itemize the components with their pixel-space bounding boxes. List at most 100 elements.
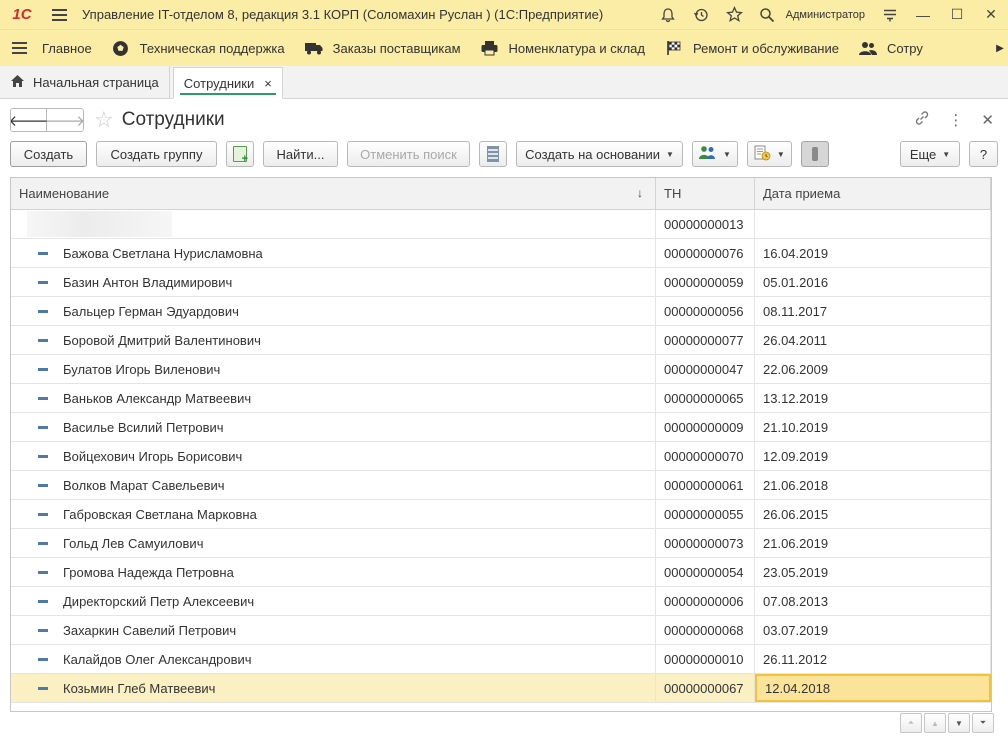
section-nomenclature[interactable]: Номенклатура и склад	[475, 39, 659, 57]
cell-tn: 00000000073	[656, 529, 755, 557]
table-row[interactable]: Директорский Петр Алексеевич 00000000006 0…	[11, 587, 991, 616]
find-button[interactable]: Найти...	[263, 141, 338, 167]
scroll-up-icon[interactable]: ▲	[924, 713, 946, 733]
window-title: Управление IT-отделом 8, редакция 3.1 КО…	[82, 7, 604, 22]
employee-item-icon	[38, 338, 48, 342]
cell-tn: 00000000009	[656, 413, 755, 441]
cell-tn: 00000000070	[656, 442, 755, 470]
cell-name: Козьмин Глеб Матвеевич	[11, 674, 656, 702]
table-row[interactable]: Ваньков Александр Матвеевич 00000000065 13…	[11, 384, 991, 413]
cell-name: Ваньков Александр Матвеевич	[11, 384, 656, 412]
create-button[interactable]: Создать	[10, 141, 87, 167]
dropdown-arrow-icon: ▼	[665, 149, 674, 159]
section-employees[interactable]: Сотру	[853, 39, 937, 57]
section-repair[interactable]: Ремонт и обслуживание	[659, 39, 853, 57]
sections-menu-icon[interactable]	[0, 42, 38, 54]
help-button[interactable]: ?	[969, 141, 998, 167]
cell-tn: 00000000077	[656, 326, 755, 354]
more-button[interactable]: Еще ▼	[900, 141, 960, 167]
cell-tn: 00000000068	[656, 616, 755, 644]
more-button-label: Еще	[909, 146, 937, 162]
link-icon[interactable]	[914, 110, 930, 130]
cell-tn: 00000000061	[656, 471, 755, 499]
table-row[interactable]: Громова Надежда Петровна 00000000054 23.05…	[11, 558, 991, 587]
table-row[interactable]: Войцехович Игорь Борисович 00000000070 12.…	[11, 442, 991, 471]
tab-home[interactable]: Начальная страница	[0, 66, 170, 98]
report-list-icon	[487, 146, 499, 162]
close-window-button[interactable]: ✕	[974, 0, 1008, 29]
create-based-on-button[interactable]: Создать на основании ▼	[516, 141, 683, 167]
table-row[interactable]: Захаркин Савелий Петрович 00000000068 03.0…	[11, 616, 991, 645]
section-repair-label: Ремонт и обслуживание	[692, 40, 839, 56]
table-row[interactable]: Василье Всилий Петрович 00000000009 21.10.…	[11, 413, 991, 442]
employee-name: Ваньков Александр Матвеевич	[63, 390, 252, 406]
employee-item-icon	[38, 483, 48, 487]
table-row[interactable]: Бальцер Герман Эдуардович 00000000056 08.1…	[11, 297, 991, 326]
main-menu-icon[interactable]	[44, 8, 74, 21]
settings-menu-icon[interactable]	[873, 0, 906, 29]
cell-name: Булатов Игорь Виленович	[11, 355, 656, 383]
employee-item-icon	[38, 599, 48, 603]
dropdown-arrow-icon: ▼	[776, 149, 785, 159]
favorite-star-icon[interactable]: ☆	[94, 107, 114, 133]
tab-employees[interactable]: Сотрудники ×	[172, 67, 283, 99]
employee-item-icon	[38, 280, 48, 284]
minimize-button[interactable]: —	[906, 0, 940, 29]
employee-name: Козьмин Глеб Матвеевич	[63, 680, 216, 696]
checkered-flag-icon	[663, 39, 685, 57]
truck-icon	[303, 39, 325, 57]
table-row[interactable]: Габровская Светлана Марковна 00000000055 2…	[11, 500, 991, 529]
section-main[interactable]: Главное	[38, 41, 106, 56]
table-row[interactable]: 00000000013	[11, 210, 991, 239]
sections-scroll-right-icon[interactable]: ▶	[992, 30, 1008, 66]
column-header-tn[interactable]: ТН	[656, 178, 755, 209]
employee-item-icon	[38, 309, 48, 313]
section-supplier-orders[interactable]: Заказы поставщикам	[299, 39, 475, 57]
scroll-top-icon[interactable]: ⏶	[900, 713, 922, 733]
table-row[interactable]: Волков Марат Савельевич 00000000061 21.06.…	[11, 471, 991, 500]
print-list-button[interactable]	[479, 141, 507, 167]
current-user[interactable]: Администратор	[784, 9, 873, 21]
forward-arrow-icon[interactable]: 🡒	[45, 109, 83, 131]
table-row[interactable]: Булатов Игорь Виленович 00000000047 22.06.…	[11, 355, 991, 384]
exclamation-icon	[811, 147, 818, 161]
history-icon[interactable]	[685, 0, 718, 29]
cell-tn: 00000000010	[656, 645, 755, 673]
bell-icon[interactable]	[652, 0, 685, 29]
form-header: 🡐 🡒 ☆ Сотрудники ⋮ ✕	[10, 106, 998, 134]
show-marked-button[interactable]	[800, 141, 829, 167]
table-row[interactable]: Базин Антон Владимирович 00000000059 05.01…	[11, 268, 991, 297]
cell-name: Директорский Петр Алексеевич	[11, 587, 656, 615]
cell-date[interactable]: 12.04.2018	[755, 674, 991, 702]
table-row[interactable]: Гольд Лев Самуилович 00000000073 21.06.201…	[11, 529, 991, 558]
create-group-button[interactable]: Создать группу	[96, 141, 217, 167]
page-title: Сотрудники	[121, 109, 225, 130]
cancel-search-button[interactable]: Отменить поиск	[347, 141, 470, 167]
favorites-star-icon[interactable]	[718, 0, 751, 29]
tab-close-icon[interactable]: ×	[264, 76, 272, 91]
table-row[interactable]: Бажова Светлана Нурисламовна 00000000076 1…	[11, 239, 991, 268]
table-row[interactable]: Козьмин Глеб Матвеевич 00000000067 12.04.2…	[11, 674, 991, 703]
maximize-button[interactable]: ☐	[940, 0, 974, 29]
close-form-icon[interactable]: ✕	[981, 111, 994, 129]
copy-item-button[interactable]	[226, 141, 254, 167]
employee-name: Волков Марат Савельевич	[63, 477, 225, 493]
employee-item-icon	[38, 570, 48, 574]
table-row[interactable]: Боровой Дмитрий Валентинович 00000000077 2…	[11, 326, 991, 355]
cell-date: 08.11.2017	[755, 297, 991, 325]
cell-name: Габровская Светлана Марковна	[11, 500, 656, 528]
table-row[interactable]: Калайдов Олег Александрович 00000000010 26…	[11, 645, 991, 674]
section-tech-support[interactable]: Техническая поддержка	[106, 39, 299, 57]
assign-users-button[interactable]: ▼	[692, 141, 738, 167]
scroll-bottom-icon[interactable]: ⏷	[972, 713, 994, 733]
scroll-down-icon[interactable]: ▼	[948, 713, 970, 733]
column-header-name[interactable]: Наименование ↓	[11, 178, 656, 209]
cell-date: 13.12.2019	[755, 384, 991, 412]
column-header-hire-date[interactable]: Дата приема	[755, 178, 991, 209]
employees-table[interactable]: Наименование ↓ ТН Дата приема 0000000001…	[10, 177, 992, 712]
attachments-button[interactable]: ▼	[746, 141, 792, 167]
tab-home-label: Начальная страница	[33, 74, 159, 90]
search-icon[interactable]	[751, 0, 784, 29]
more-vertical-icon[interactable]: ⋮	[948, 111, 963, 129]
back-arrow-icon[interactable]: 🡐	[11, 109, 49, 131]
